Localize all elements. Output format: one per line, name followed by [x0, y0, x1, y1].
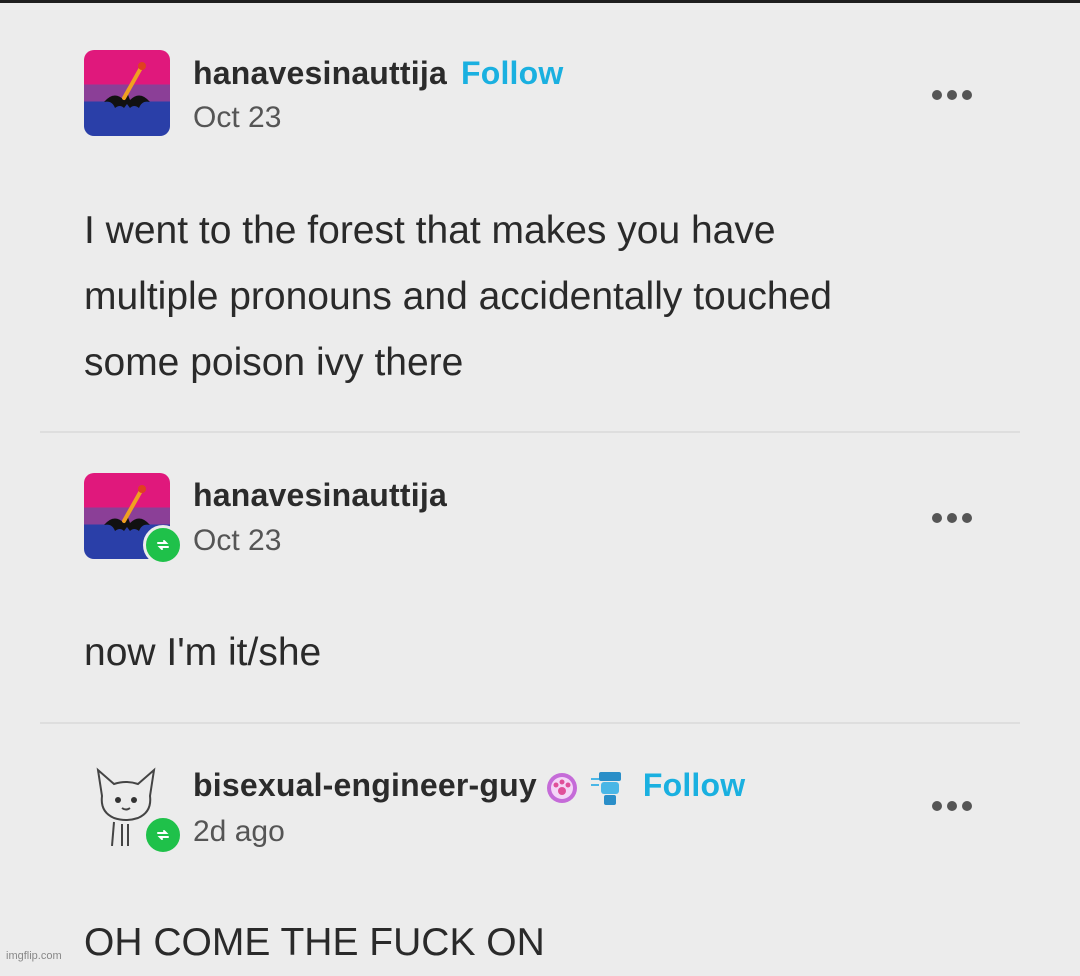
post-body-line: I went to the forest that makes you have: [84, 209, 776, 252]
post-date[interactable]: Oct 23: [193, 524, 281, 558]
more-options-button[interactable]: [932, 513, 972, 523]
post-date[interactable]: Oct 23: [193, 101, 281, 135]
follow-button[interactable]: Follow: [461, 55, 564, 91]
bat-icon: [104, 62, 150, 108]
ellipsis-dot: [962, 801, 972, 811]
post-username[interactable]: hanavesinauttija Follow: [193, 55, 563, 92]
post-body-line: some poison ivy there: [84, 341, 464, 384]
post-body: now I'm it/she: [84, 631, 322, 674]
ellipsis-dot: [947, 513, 957, 523]
divider: [40, 722, 1020, 724]
reblog-icon: [143, 815, 183, 855]
ellipsis-icon: [932, 801, 942, 811]
post-body: OH COME THE FUCK ON: [84, 921, 545, 964]
ellipsis-icon: [932, 90, 942, 100]
ellipsis-dot: [962, 513, 972, 523]
username-text[interactable]: hanavesinauttija: [193, 55, 447, 91]
more-options-button[interactable]: [932, 801, 972, 811]
follow-button[interactable]: Follow: [643, 767, 746, 803]
post-username[interactable]: hanavesinauttija: [193, 477, 447, 514]
username-text[interactable]: bisexual-engineer-guy: [193, 767, 537, 803]
robot-badge-icon[interactable]: [589, 769, 629, 807]
post-username[interactable]: bisexual-engineer-guy Follow: [193, 767, 745, 807]
watermark: imgflip.com: [6, 950, 62, 962]
top-border: [0, 0, 1080, 3]
paw-badge-icon[interactable]: [545, 771, 579, 805]
ellipsis-icon: [932, 513, 942, 523]
more-options-button[interactable]: [932, 90, 972, 100]
reblog-icon: [143, 525, 183, 565]
divider: [40, 431, 1020, 433]
ellipsis-dot: [947, 90, 957, 100]
post-body: I went to the forest that makes you have…: [84, 198, 832, 396]
post-date[interactable]: 2d ago: [193, 815, 285, 849]
post-body-line: multiple pronouns and accidentally touch…: [84, 275, 832, 318]
user-badges[interactable]: [545, 769, 629, 807]
avatar-hanavesinauttija[interactable]: [84, 50, 170, 136]
ellipsis-dot: [962, 90, 972, 100]
ellipsis-dot: [947, 801, 957, 811]
